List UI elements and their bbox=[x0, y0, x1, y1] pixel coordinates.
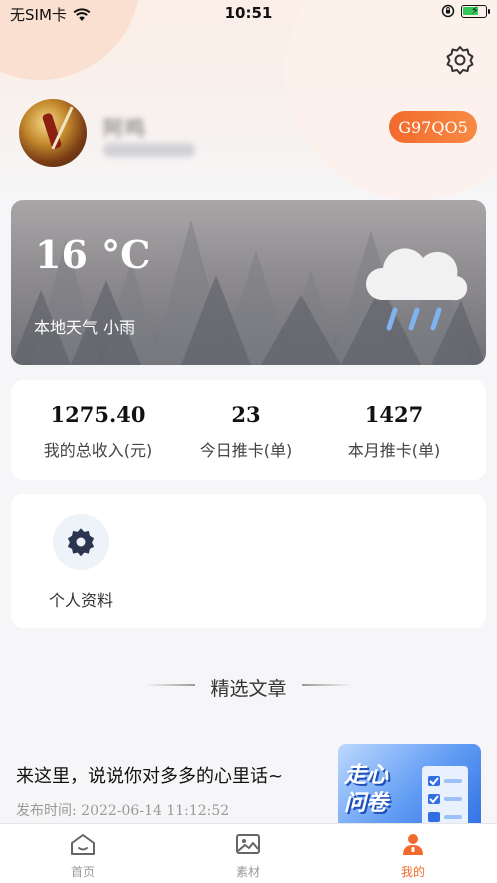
weather-description: 本地天气 小雨 bbox=[34, 318, 136, 337]
settings-button[interactable] bbox=[444, 44, 476, 76]
gear-icon bbox=[446, 46, 474, 75]
article-thumbnail: 走心 问卷 bbox=[338, 744, 481, 834]
stat-label: 今日推卡(单) bbox=[199, 441, 293, 460]
tab-label: 我的 bbox=[400, 865, 425, 879]
battery-icon: ⚡ bbox=[461, 4, 490, 18]
weather-temperature: 16 °C bbox=[35, 232, 151, 277]
stat-label: 本月推卡(单) bbox=[347, 441, 441, 460]
invite-code-badge[interactable]: G97QO5 bbox=[389, 111, 477, 143]
bottom-tab-bar: 首页 素材 我的 bbox=[0, 823, 497, 883]
stats-card: 1275.40 我的总收入(元) 23 今日推卡(单) 1427 本月推卡(单) bbox=[11, 380, 486, 480]
home-icon bbox=[71, 834, 95, 855]
stat-value: 1427 bbox=[364, 402, 424, 427]
header-background bbox=[0, 0, 497, 200]
section-divider-right bbox=[302, 684, 352, 686]
stat-value: 1275.40 bbox=[50, 402, 146, 427]
stat-label: 我的总收入(元) bbox=[43, 441, 153, 460]
tab-label: 首页 bbox=[70, 865, 95, 879]
stat-today-cards[interactable]: 23 今日推卡(单) bbox=[167, 380, 325, 461]
article-published-time: 发布时间: 2022-06-14 11:12:52 bbox=[16, 803, 230, 819]
tab-label: 素材 bbox=[235, 865, 260, 879]
user-icon bbox=[403, 834, 423, 855]
stat-value: 23 bbox=[231, 402, 261, 427]
menu-item-profile[interactable]: 个人资料 bbox=[41, 514, 121, 611]
status-bar: 无SIM卡 10:51 ⚡ bbox=[0, 0, 497, 26]
decor-blob bbox=[285, 0, 497, 200]
image-icon bbox=[236, 834, 260, 854]
status-time: 10:51 bbox=[224, 4, 273, 22]
orientation-lock-icon bbox=[441, 4, 455, 18]
article-item[interactable]: 来这里，说说你对多多的心里话~ 发布时间: 2022-06-14 11:12:5… bbox=[0, 740, 497, 834]
thumbnail-title-line: 走心 bbox=[344, 763, 389, 788]
rain-cloud-icon bbox=[365, 248, 468, 331]
stat-total-income[interactable]: 1275.40 我的总收入(元) bbox=[19, 380, 177, 461]
gear-icon bbox=[68, 528, 94, 556]
weather-card: 16 °C 本地天气 小雨 bbox=[11, 200, 486, 365]
tab-mine[interactable]: 我的 bbox=[373, 832, 453, 880]
thumbnail-title: 走心 问卷 bbox=[344, 762, 388, 818]
menu-card: 个人资料 bbox=[11, 494, 486, 628]
avatar[interactable] bbox=[19, 99, 87, 167]
user-subtitle-blurred bbox=[103, 143, 195, 157]
menu-item-label: 个人资料 bbox=[48, 591, 113, 610]
section-title: 精选文章 bbox=[210, 678, 287, 700]
tab-home[interactable]: 首页 bbox=[43, 832, 123, 880]
menu-icon-wrapper bbox=[53, 514, 109, 570]
checklist-icon bbox=[422, 766, 468, 828]
stat-month-cards[interactable]: 1427 本月推卡(单) bbox=[315, 380, 473, 461]
status-right: ⚡ bbox=[441, 4, 490, 18]
thumbnail-title-line: 问卷 bbox=[344, 791, 389, 816]
tab-materials[interactable]: 素材 bbox=[208, 832, 288, 880]
article-title: 来这里，说说你对多多的心里话~ bbox=[16, 766, 284, 787]
user-name: 阿鸣 bbox=[103, 116, 147, 140]
